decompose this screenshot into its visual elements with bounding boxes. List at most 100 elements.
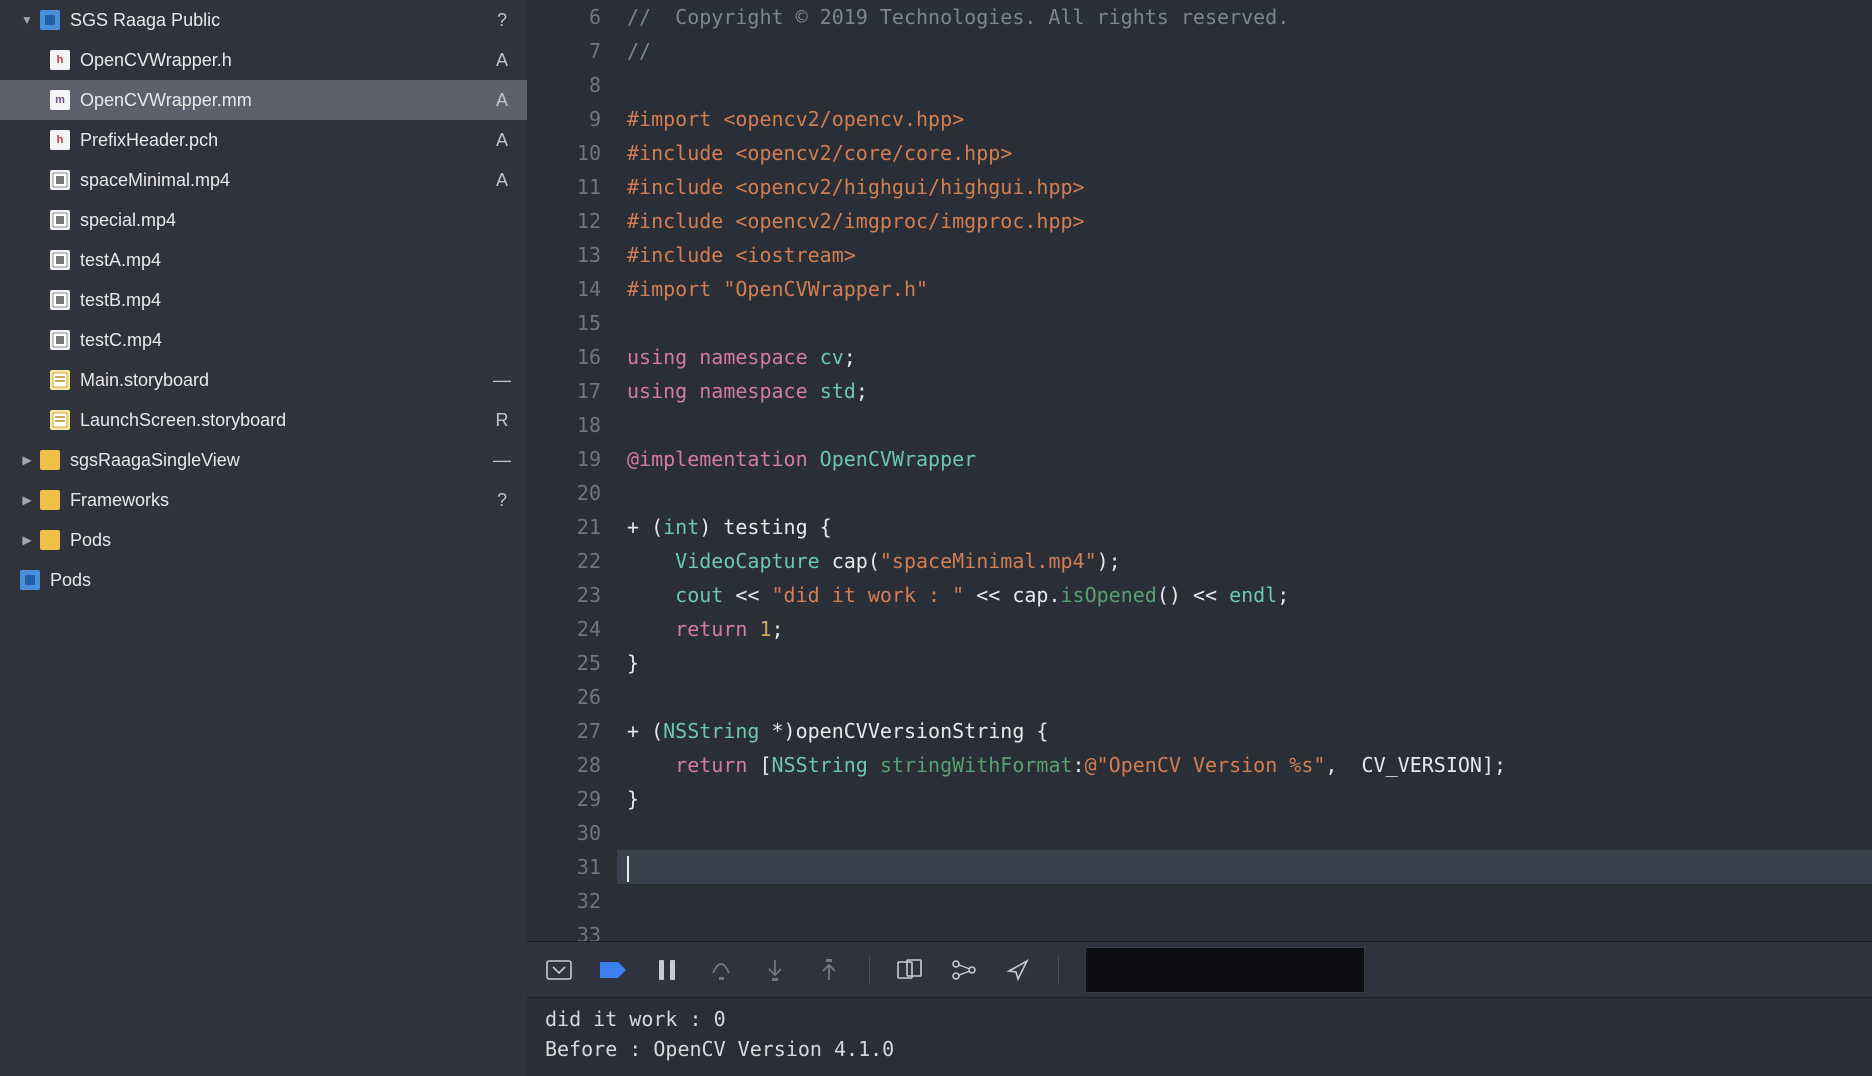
file-row[interactable]: spaceMinimal.mp4A [0,160,527,200]
code-content[interactable]: cout << "did it work : " << cap.isOpened… [617,578,1872,612]
disclosure-triangle-icon[interactable]: ▶ [20,453,34,467]
line-number[interactable]: 31 [527,850,617,884]
code-line[interactable]: 9#import <opencv2/opencv.hpp> [527,102,1872,136]
line-number[interactable]: 23 [527,578,617,612]
line-number[interactable]: 16 [527,340,617,374]
code-line[interactable]: 33 [527,918,1872,941]
code-content[interactable]: // [617,34,1872,68]
code-line[interactable]: 29} [527,782,1872,816]
line-number[interactable]: 8 [527,68,617,102]
line-number[interactable]: 9 [527,102,617,136]
disclosure-triangle-icon[interactable]: ▶ [20,493,34,507]
step-into-button[interactable] [761,956,789,984]
file-row[interactable]: hPrefixHeader.pchA [0,120,527,160]
file-row[interactable]: LaunchScreen.storyboardR [0,400,527,440]
line-number[interactable]: 25 [527,646,617,680]
project-root-row[interactable]: ▼ SGS Raaga Public ? [0,0,527,40]
code-line[interactable]: 19@implementation OpenCVWrapper [527,442,1872,476]
line-number[interactable]: 29 [527,782,617,816]
line-number[interactable]: 6 [527,0,617,34]
debug-view-hierarchy-button[interactable] [896,956,924,984]
code-line[interactable]: 15 [527,306,1872,340]
code-editor[interactable]: 6// Copyright © 2019 Technologies. All r… [527,0,1872,941]
code-content[interactable]: return [NSString stringWithFormat:@"Open… [617,748,1872,782]
code-content[interactable] [617,816,1872,850]
line-number[interactable]: 19 [527,442,617,476]
file-row[interactable]: ▶Pods [0,520,527,560]
line-number[interactable]: 12 [527,204,617,238]
code-line[interactable]: 26 [527,680,1872,714]
code-content[interactable]: // Copyright © 2019 Technologies. All ri… [617,0,1872,34]
file-row[interactable]: ▶sgsRaagaSingleView— [0,440,527,480]
code-line[interactable]: 20 [527,476,1872,510]
line-number[interactable]: 32 [527,884,617,918]
code-line[interactable]: 18 [527,408,1872,442]
code-content[interactable]: #include <opencv2/imgproc/imgproc.hpp> [617,204,1872,238]
step-out-button[interactable] [815,956,843,984]
line-number[interactable]: 22 [527,544,617,578]
code-line[interactable]: 25} [527,646,1872,680]
code-line[interactable]: 28 return [NSString stringWithFormat:@"O… [527,748,1872,782]
code-content[interactable]: VideoCapture cap("spaceMinimal.mp4"); [617,544,1872,578]
code-content[interactable] [617,850,1872,884]
line-number[interactable]: 26 [527,680,617,714]
code-content[interactable]: #include <opencv2/core/core.hpp> [617,136,1872,170]
line-number[interactable]: 21 [527,510,617,544]
code-content[interactable] [617,408,1872,442]
line-number[interactable]: 11 [527,170,617,204]
breakpoint-toggle-button[interactable] [599,956,627,984]
code-line[interactable]: 23 cout << "did it work : " << cap.isOpe… [527,578,1872,612]
code-line[interactable]: 10#include <opencv2/core/core.hpp> [527,136,1872,170]
code-line[interactable]: 13#include <iostream> [527,238,1872,272]
disclosure-triangle-icon[interactable]: ▼ [20,13,34,27]
code-line[interactable]: 11#include <opencv2/highgui/highgui.hpp> [527,170,1872,204]
code-content[interactable]: } [617,646,1872,680]
code-line[interactable]: 17using namespace std; [527,374,1872,408]
line-number[interactable]: 24 [527,612,617,646]
console-output[interactable]: did it work : 0 Before : OpenCV Version … [527,997,1872,1076]
file-row[interactable]: testB.mp4 [0,280,527,320]
file-row[interactable]: Pods [0,560,527,600]
file-row[interactable]: special.mp4 [0,200,527,240]
code-line[interactable]: 22 VideoCapture cap("spaceMinimal.mp4"); [527,544,1872,578]
pause-continue-button[interactable] [653,956,681,984]
code-line[interactable]: 27+ (NSString *)openCVVersionString { [527,714,1872,748]
code-line[interactable]: 8 [527,68,1872,102]
line-number[interactable]: 15 [527,306,617,340]
code-line[interactable]: 12#include <opencv2/imgproc/imgproc.hpp> [527,204,1872,238]
file-row[interactable]: testC.mp4 [0,320,527,360]
code-content[interactable] [617,68,1872,102]
file-row[interactable]: hOpenCVWrapper.hA [0,40,527,80]
code-content[interactable] [617,306,1872,340]
code-content[interactable]: #import "OpenCVWrapper.h" [617,272,1872,306]
process-jump-bar[interactable] [1085,947,1365,993]
code-line[interactable]: 30 [527,816,1872,850]
code-content[interactable]: #include <opencv2/highgui/highgui.hpp> [617,170,1872,204]
simulate-location-button[interactable] [1004,956,1032,984]
line-number[interactable]: 7 [527,34,617,68]
disclosure-triangle-icon[interactable]: ▶ [20,533,34,547]
line-number[interactable]: 13 [527,238,617,272]
debug-memory-graph-button[interactable] [950,956,978,984]
line-number[interactable]: 20 [527,476,617,510]
line-number[interactable]: 18 [527,408,617,442]
code-line[interactable]: 16using namespace cv; [527,340,1872,374]
code-line[interactable]: 21+ (int) testing { [527,510,1872,544]
code-content[interactable] [617,680,1872,714]
code-line[interactable]: 6// Copyright © 2019 Technologies. All r… [527,0,1872,34]
code-content[interactable]: using namespace std; [617,374,1872,408]
code-content[interactable] [617,918,1872,941]
code-content[interactable]: + (NSString *)openCVVersionString { [617,714,1872,748]
code-line[interactable]: 32 [527,884,1872,918]
line-number[interactable]: 30 [527,816,617,850]
code-content[interactable]: @implementation OpenCVWrapper [617,442,1872,476]
code-content[interactable]: using namespace cv; [617,340,1872,374]
file-row[interactable]: testA.mp4 [0,240,527,280]
code-content[interactable] [617,476,1872,510]
code-content[interactable]: return 1; [617,612,1872,646]
step-over-button[interactable] [707,956,735,984]
code-content[interactable]: } [617,782,1872,816]
line-number[interactable]: 17 [527,374,617,408]
code-content[interactable]: #include <iostream> [617,238,1872,272]
line-number[interactable]: 10 [527,136,617,170]
